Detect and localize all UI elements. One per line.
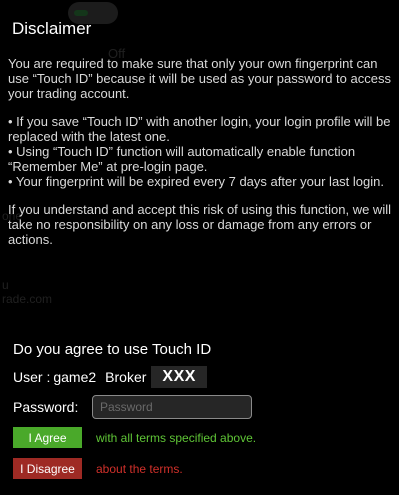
disclaimer-paragraph-bullets: • If you save “Touch ID” with another lo… xyxy=(8,114,391,189)
disagree-note: about the terms. xyxy=(96,462,183,476)
agree-note: with all terms specified above. xyxy=(96,431,257,445)
user-label: User : xyxy=(13,369,51,385)
touch-id-question: Do you agree to use Touch ID xyxy=(13,341,212,358)
account-info-row: User : game2 Broker XXX xyxy=(13,366,207,388)
disclaimer-dialog: Disclaimer You are required to make sure… xyxy=(0,0,399,495)
password-input[interactable] xyxy=(92,395,252,419)
password-label: Password: xyxy=(13,399,79,415)
user-value: game2 xyxy=(53,369,97,385)
dialog-title: Disclaimer xyxy=(12,19,92,38)
agree-button[interactable]: I Agree xyxy=(13,427,82,448)
disagree-button[interactable]: I Disagree xyxy=(13,458,82,479)
disclaimer-paragraph-liability: If you understand and accept this risk o… xyxy=(8,202,391,247)
disclaimer-paragraph-intro: You are required to make sure that only … xyxy=(8,56,391,101)
broker-label: Broker xyxy=(105,369,147,385)
broker-value: XXX xyxy=(151,366,207,388)
disclaimer-body: You are required to make sure that only … xyxy=(8,56,393,262)
